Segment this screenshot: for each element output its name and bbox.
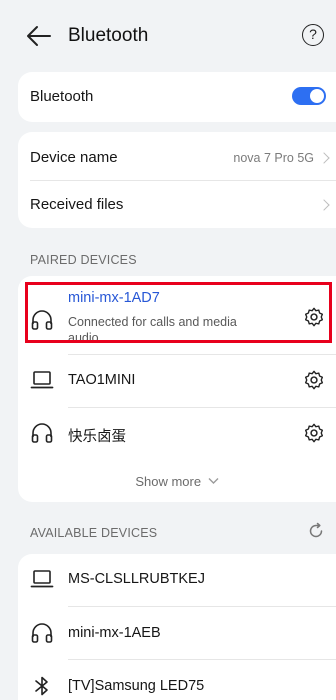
available-devices-heading: AVAILABLE DEVICES <box>30 526 158 540</box>
show-more-button[interactable]: Show more <box>18 474 336 489</box>
device-name: mini-mx-1AEB <box>68 625 161 641</box>
bluetooth-toggle-switch[interactable] <box>292 87 326 105</box>
gear-icon[interactable] <box>303 422 325 444</box>
bluetooth-settings-screen: Bluetooth ? Bluetooth Device name nova 7… <box>0 0 336 700</box>
device-name: mini-mx-1AD7 <box>68 290 160 306</box>
available-device-row[interactable]: mini-mx-1AEB <box>18 607 336 659</box>
chevron-right-icon <box>318 152 330 164</box>
paired-device-row[interactable]: TAO1MINI <box>18 355 336 407</box>
laptop-icon <box>30 570 54 588</box>
toggle-knob <box>310 89 324 103</box>
bluetooth-toggle-row[interactable]: Bluetooth <box>18 72 336 122</box>
gear-icon[interactable] <box>303 306 325 328</box>
laptop-icon <box>30 371 54 389</box>
back-arrow-icon[interactable] <box>26 24 52 48</box>
app-header: Bluetooth ? <box>0 0 336 72</box>
help-icon[interactable]: ? <box>302 24 324 46</box>
bluetooth-icon <box>35 676 48 696</box>
chevron-right-icon <box>318 199 330 211</box>
device-name: TAO1MINI <box>68 372 136 388</box>
received-files-label: Received files <box>30 196 124 213</box>
available-device-row[interactable]: MS-CLSLLRUBTKEJ <box>18 554 336 606</box>
available-devices-card: MS-CLSLLRUBTKEJ mini-mx-1AEB [TV]Samsung… <box>18 554 336 700</box>
received-files-row[interactable]: Received files <box>18 181 336 228</box>
refresh-icon[interactable] <box>307 522 325 540</box>
device-info-card: Device name nova 7 Pro 5G Received files <box>18 132 336 228</box>
bluetooth-label: Bluetooth <box>30 88 94 105</box>
headphones-icon <box>31 423 53 443</box>
headphones-icon <box>31 623 53 643</box>
paired-device-row[interactable]: 快乐卤蛋 <box>18 408 336 460</box>
available-device-row[interactable]: [TV]Samsung LED75 <box>18 660 336 700</box>
device-name: [TV]Samsung LED75 <box>68 678 205 694</box>
paired-devices-card: mini-mx-1AD7 Connected for calls and med… <box>18 276 336 502</box>
device-name-label: Device name <box>30 149 118 166</box>
gear-icon[interactable] <box>303 369 325 391</box>
device-name: 快乐卤蛋 <box>68 429 126 445</box>
paired-device-row[interactable]: mini-mx-1AD7 Connected for calls and med… <box>18 276 336 348</box>
device-name: MS-CLSLLRUBTKEJ <box>68 571 205 587</box>
device-name-value: nova 7 Pro 5G <box>233 151 314 165</box>
headphones-icon <box>31 310 53 330</box>
device-status: Connected for calls and media audio <box>68 315 237 345</box>
bluetooth-toggle-card: Bluetooth <box>18 72 336 122</box>
paired-devices-heading: PAIRED DEVICES <box>30 253 137 267</box>
device-name-row[interactable]: Device name nova 7 Pro 5G <box>18 132 336 180</box>
show-more-label: Show more <box>135 474 202 489</box>
page-title: Bluetooth <box>68 25 149 46</box>
chevron-down-icon <box>208 478 219 484</box>
